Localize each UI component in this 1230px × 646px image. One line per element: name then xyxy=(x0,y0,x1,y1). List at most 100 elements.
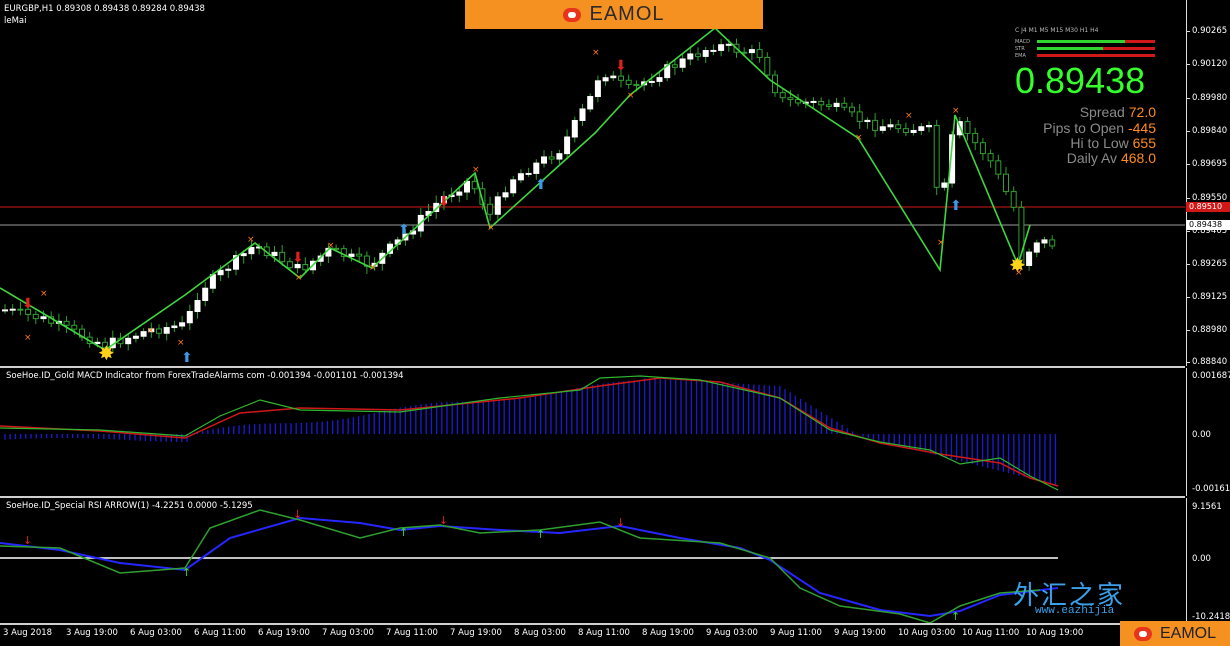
brand-banner[interactable]: EAMOL xyxy=(465,0,763,29)
eamol-logo-icon xyxy=(563,7,582,22)
axis-tickmark xyxy=(1186,98,1190,99)
candle-body xyxy=(356,253,363,257)
rsi-blue-line xyxy=(0,516,1059,618)
symbol-header: EURGBP,H1 0.89308 0.89438 0.89284 0.8943… xyxy=(4,4,205,14)
candle-body xyxy=(125,337,132,345)
candle-body xyxy=(202,287,209,302)
candle-body xyxy=(40,316,47,320)
macd-canvas xyxy=(0,375,1059,491)
price-tick: 0.90120 xyxy=(1192,59,1228,69)
swing-mark-icon: × xyxy=(905,111,913,121)
candle-body xyxy=(756,49,763,58)
candle-body xyxy=(140,331,147,337)
swing-mark-icon: × xyxy=(472,165,480,175)
rsi-sell-arrow-icon: ↓ xyxy=(23,534,32,547)
price-tick: 0.89695 xyxy=(1192,159,1228,169)
axis-tickmark xyxy=(1186,131,1190,132)
watermark: 外汇之家 www.eazhijia xyxy=(1013,575,1173,617)
sell-arrow-icon: ⬇ xyxy=(438,194,450,210)
candle-body xyxy=(587,96,594,110)
candle-body xyxy=(902,128,909,133)
time-tick: 8 Aug 19:00 xyxy=(642,628,694,638)
axis-tickmark xyxy=(1186,231,1190,232)
candle-body xyxy=(194,300,201,313)
price-tick: 0.89840 xyxy=(1192,126,1228,136)
candle-body xyxy=(872,119,879,131)
candle-body xyxy=(987,153,994,162)
price-axis[interactable] xyxy=(1186,0,1230,366)
time-tick: 8 Aug 03:00 xyxy=(514,628,566,638)
time-tick: 7 Aug 03:00 xyxy=(322,628,374,638)
axis-tickmark xyxy=(1186,297,1190,298)
candle-body xyxy=(32,313,39,320)
price-tick: 0.88980 xyxy=(1192,325,1228,335)
axis-tickmark xyxy=(1186,264,1190,265)
time-tick: 10 Aug 03:00 xyxy=(898,628,956,638)
candle-body xyxy=(725,43,732,46)
tf-row: C J4 M1 M5 M15 M30 H1 H4 xyxy=(1015,27,1099,34)
candle-body xyxy=(825,104,832,107)
sell-arrow-icon: ⬇ xyxy=(22,296,34,312)
swing-mark-icon: × xyxy=(40,289,48,299)
footer-brand-logo[interactable]: EAMOL xyxy=(1120,621,1230,646)
candle-body xyxy=(779,92,786,99)
swing-mark-icon: × xyxy=(24,333,32,343)
footer-brand: EAMOL xyxy=(1159,624,1216,642)
rsi-pane[interactable]: ↓ ↓ ↓ ↓ ↑ ↑ ↑ ↑ SoeHoe.ID_Special RSI ARROW(1) … xyxy=(0,498,1185,625)
price-chart-pane[interactable]: ⬇ ⬇ ⬇ ⬇ ⬆ ⬆ ⬆ ⬆ ✸ ✸ × × × × × × × × × × × × × × × × × EURGBP,H1 0.… xyxy=(0,0,1185,368)
candle-body xyxy=(525,172,532,175)
candle-body xyxy=(618,75,624,81)
buy-arrow-icon: ⬆ xyxy=(181,350,193,366)
candle-body xyxy=(571,119,578,138)
candle-body xyxy=(1049,239,1056,247)
candle-body xyxy=(926,124,932,128)
macd-pane[interactable]: SoeHoe.ID_Gold MACD Indicator from Forex… xyxy=(0,368,1185,498)
rsi-sell-arrow-icon: ↓ xyxy=(439,514,448,527)
swing-mark-icon: × xyxy=(952,106,960,116)
time-axis: 3 Aug 2018 3 Aug 19:00 6 Aug 03:00 6 Aug… xyxy=(0,623,1186,646)
candle-body xyxy=(887,124,894,128)
candle-body xyxy=(764,56,771,76)
tf-bar xyxy=(1103,47,1155,50)
macd-tick: 0.001687 xyxy=(1192,371,1230,381)
hi-to-low-stat: Hi to Low 655 xyxy=(1070,135,1156,151)
candle-body xyxy=(71,324,78,330)
time-tick: 10 Aug 19:00 xyxy=(1026,628,1084,638)
candle-body xyxy=(548,156,555,160)
candle-body xyxy=(849,106,855,113)
candle-body xyxy=(541,156,547,164)
candle-body xyxy=(671,64,678,68)
swing-mark-icon: × xyxy=(369,263,377,273)
candle-body xyxy=(833,102,840,107)
candle-body xyxy=(156,328,162,334)
candle-body xyxy=(918,126,925,131)
candle-body xyxy=(687,53,694,60)
axis-tickmark xyxy=(1186,31,1190,32)
current-price: 0.89438 xyxy=(1015,60,1146,101)
candle-body xyxy=(702,50,709,57)
candle-body xyxy=(487,203,494,215)
indicator-label: leMai xyxy=(4,16,27,26)
tf-bar xyxy=(1037,54,1155,57)
tf-name: STR xyxy=(1015,46,1025,52)
axis-tickmark xyxy=(1186,164,1190,165)
candle-body xyxy=(556,153,563,160)
watermark-url: www.eazhijia xyxy=(1035,605,1115,617)
axis-tickmark xyxy=(1186,330,1190,331)
candle-body xyxy=(163,327,170,334)
candle-body xyxy=(625,79,632,85)
candle-body xyxy=(510,179,517,194)
candle-body xyxy=(633,83,640,86)
rsi-buy-arrow-icon: ↑ xyxy=(399,526,408,539)
macd-label: SoeHoe.ID_Gold MACD Indicator from Forex… xyxy=(6,371,404,381)
tf-bar xyxy=(1125,40,1155,43)
candle-body xyxy=(348,253,355,257)
rsi-canvas: ↓ ↓ ↓ ↓ ↑ ↑ ↑ ↑ xyxy=(0,508,1059,623)
axis-tickmark xyxy=(1186,198,1190,199)
candle-body xyxy=(787,97,794,101)
price-tick: 0.89125 xyxy=(1192,292,1228,302)
swing-mark-icon: × xyxy=(295,273,303,283)
buy-arrow-icon: ⬆ xyxy=(535,177,547,193)
eamol-logo-icon xyxy=(1133,626,1152,641)
candle-body xyxy=(1033,242,1040,253)
